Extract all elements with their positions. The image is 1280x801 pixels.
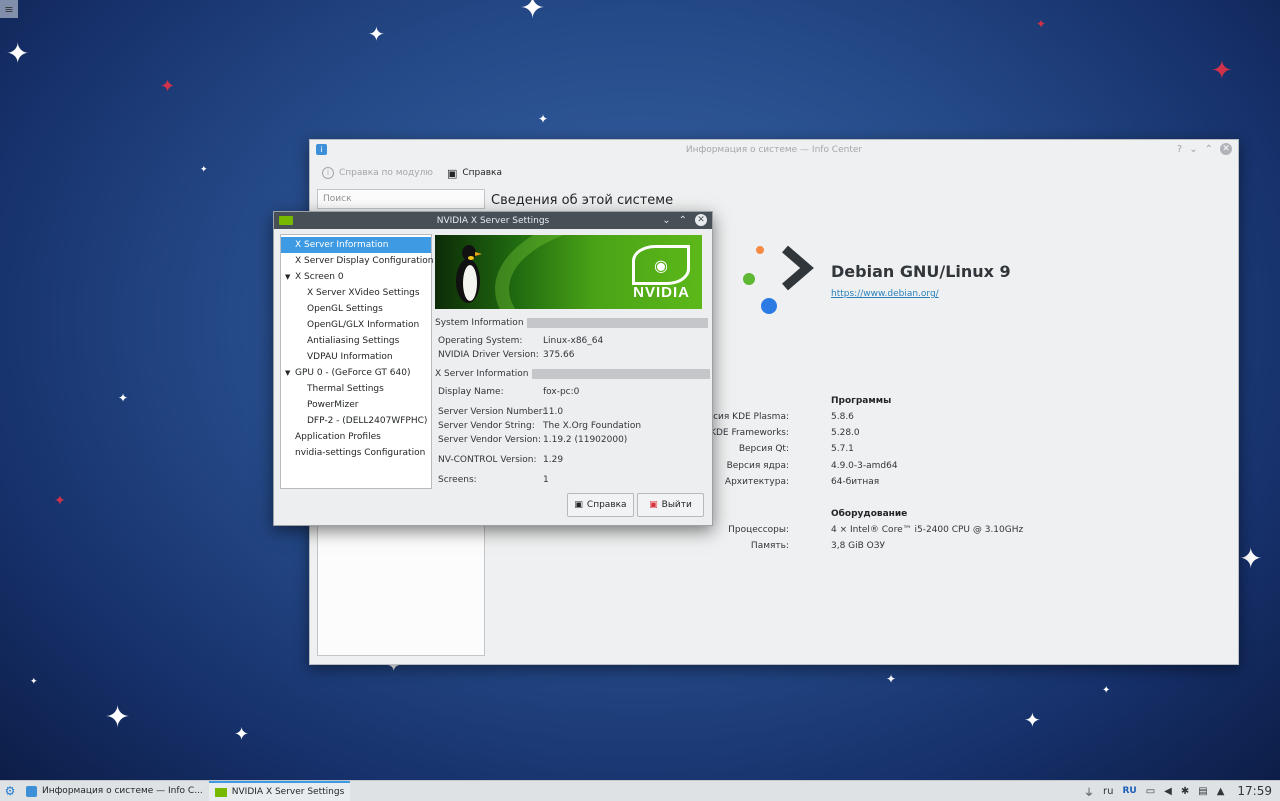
system-tray: ⏚ ru RU ▭ ◀ ✱ ▤ ▲ 17:59 (1084, 781, 1272, 801)
tree-item[interactable]: nvidia-settings Configuration (281, 445, 431, 461)
info-row: Screens: 1 (438, 475, 549, 485)
info-row: NVIDIA Driver Version: 375.66 (438, 350, 575, 360)
star-icon: ✦ (118, 391, 129, 405)
window-title: Информация о системе — Info Center (685, 144, 863, 155)
close-icon[interactable]: ✕ (695, 214, 707, 226)
help-label: Справка (462, 168, 502, 178)
hardware-header: Оборудование (831, 509, 908, 519)
star-icon: ✦ (538, 112, 549, 126)
tree-item[interactable]: Thermal Settings (281, 381, 431, 397)
info-row: Server Vendor String: The X.Org Foundatio… (438, 421, 642, 431)
tree-item[interactable]: X Server Information (281, 237, 431, 253)
minimize-icon[interactable]: ⌄ (662, 215, 670, 226)
star-icon: ✦ (1024, 708, 1041, 732)
expand-arrow-icon[interactable]: ▼ (285, 365, 295, 381)
tree-item[interactable]: Antialiasing Settings (281, 333, 431, 349)
window-titlebar[interactable]: NVIDIA X Server Settings ⌄ ⌃ ✕ (274, 212, 712, 229)
info-row: Display Name: fox-pc:0 (438, 387, 580, 397)
star-icon: ✦ (1102, 685, 1111, 696)
keyboard-layout-label[interactable]: ru (1103, 786, 1113, 797)
info-row: Operating System: Linux-x86_64 (438, 336, 604, 346)
application-launcher-icon[interactable]: ⚙ (0, 784, 20, 798)
network-icon[interactable]: ▭ (1146, 786, 1155, 797)
module-help-button[interactable]: i Справка по модулю (322, 167, 433, 179)
toolbar: i Справка по модулю ▣ Справка (310, 159, 1238, 187)
section-header: System Information (435, 317, 708, 328)
tree-item[interactable]: VDPAU Information (281, 349, 431, 365)
tree-item[interactable]: X Server XVideo Settings (281, 285, 431, 301)
star-icon: ✦ (234, 724, 250, 745)
star-icon: ✦ (1036, 17, 1047, 31)
nvidia-settings-window: NVIDIA X Server Settings ⌄ ⌃ ✕ X Server … (273, 211, 713, 526)
task-nvidia-settings[interactable]: NVIDIA X Server Settings (208, 781, 351, 801)
info-row: Server Version Number: 11.0 (438, 407, 564, 417)
usb-icon[interactable]: ⏚ (1084, 784, 1094, 799)
nvidia-app-icon (214, 787, 227, 797)
window-title: NVIDIA X Server Settings (436, 215, 550, 226)
taskbar: ⚙ Информация о системе — Info C... NVIDI… (0, 780, 1280, 801)
nvidia-wordmark: NVIDIA (633, 284, 690, 301)
search-placeholder: Поиск (323, 194, 352, 204)
star-icon: ✦ (30, 677, 38, 687)
star-icon: ✦ (520, 0, 546, 26)
os-name: Debian GNU/Linux 9 (831, 262, 1011, 281)
clipboard-icon[interactable]: ▤ (1198, 786, 1207, 797)
penguin-icon (456, 245, 482, 303)
tree-item[interactable]: DFP-2 - (DELL2407WFPHC) (281, 413, 431, 429)
info-row: NV-CONTROL Version: 1.29 (438, 455, 564, 465)
os-url-link[interactable]: https://www.debian.org/ (831, 289, 939, 299)
module-help-label: Справка по модулю (339, 168, 433, 178)
settings-tree: X Server Information X Server Display Co… (280, 234, 433, 489)
expand-arrow-icon[interactable]: ▼ (285, 269, 295, 285)
tree-item[interactable]: ▼ X Screen 0 (281, 269, 431, 285)
tree-item[interactable]: PowerMizer (281, 397, 431, 413)
star-icon: ✦ (200, 165, 208, 175)
tree-item[interactable]: OpenGL Settings (281, 301, 431, 317)
quit-icon: ▣ (649, 500, 658, 510)
debian-logo (735, 240, 825, 320)
help-button[interactable]: ▣ Справка (567, 493, 634, 517)
star-icon: ✦ (6, 37, 30, 70)
help-book-icon: ▣ (446, 166, 458, 180)
star-icon: ✦ (54, 493, 66, 509)
info-center-app-icon (26, 785, 37, 797)
info-icon: i (322, 167, 334, 179)
bluetooth-icon[interactable]: ✱ (1181, 786, 1189, 797)
star-icon: ✦ (105, 700, 131, 735)
section-header: X Server Information (435, 368, 710, 379)
menu-icon: ≡ (4, 2, 14, 16)
language-flag[interactable]: RU (1122, 786, 1136, 796)
window-titlebar[interactable]: i Информация о системе — Info Center ? ⌄… (310, 140, 1238, 159)
desktop-toolbox-button[interactable]: ≡ (0, 0, 18, 18)
nvidia-banner: ◉ NVIDIA (435, 235, 702, 309)
star-icon: ✦ (160, 76, 176, 97)
task-info-center[interactable]: Информация о системе — Info C... (20, 781, 209, 801)
help-book-icon: ▣ (574, 500, 583, 510)
star-icon: ✦ (368, 22, 385, 46)
volume-icon[interactable]: ◀ (1164, 786, 1172, 797)
close-icon[interactable]: ✕ (1220, 143, 1232, 155)
page-title: Сведения об этой системе (491, 193, 674, 208)
nvidia-eye-logo: ◉ (632, 245, 690, 285)
search-input[interactable]: Поиск (317, 189, 485, 209)
tree-item[interactable]: OpenGL/GLX Information (281, 317, 431, 333)
software-header: Программы (831, 396, 892, 406)
help-button[interactable]: ▣ Справка (447, 167, 502, 180)
tray-expand-icon[interactable]: ▲ (1217, 786, 1225, 797)
help-window-icon[interactable]: ? (1177, 144, 1182, 155)
clock[interactable]: 17:59 (1237, 784, 1272, 798)
maximize-icon[interactable]: ⌃ (679, 215, 687, 226)
maximize-icon[interactable]: ⌃ (1205, 144, 1213, 155)
info-row: Server Vendor Version: 1.19.2 (11902000) (438, 435, 628, 445)
tree-item[interactable]: Application Profiles (281, 429, 431, 445)
minimize-icon[interactable]: ⌄ (1189, 144, 1197, 155)
tree-item[interactable]: ▼ GPU 0 - (GeForce GT 640) (281, 365, 431, 381)
star-icon: ✦ (1211, 56, 1233, 86)
star-icon: ✦ (1239, 542, 1263, 575)
quit-button[interactable]: ▣ Выйти (637, 493, 704, 517)
star-icon: ✦ (886, 672, 897, 686)
tree-item[interactable]: X Server Display Configuration (281, 253, 433, 269)
